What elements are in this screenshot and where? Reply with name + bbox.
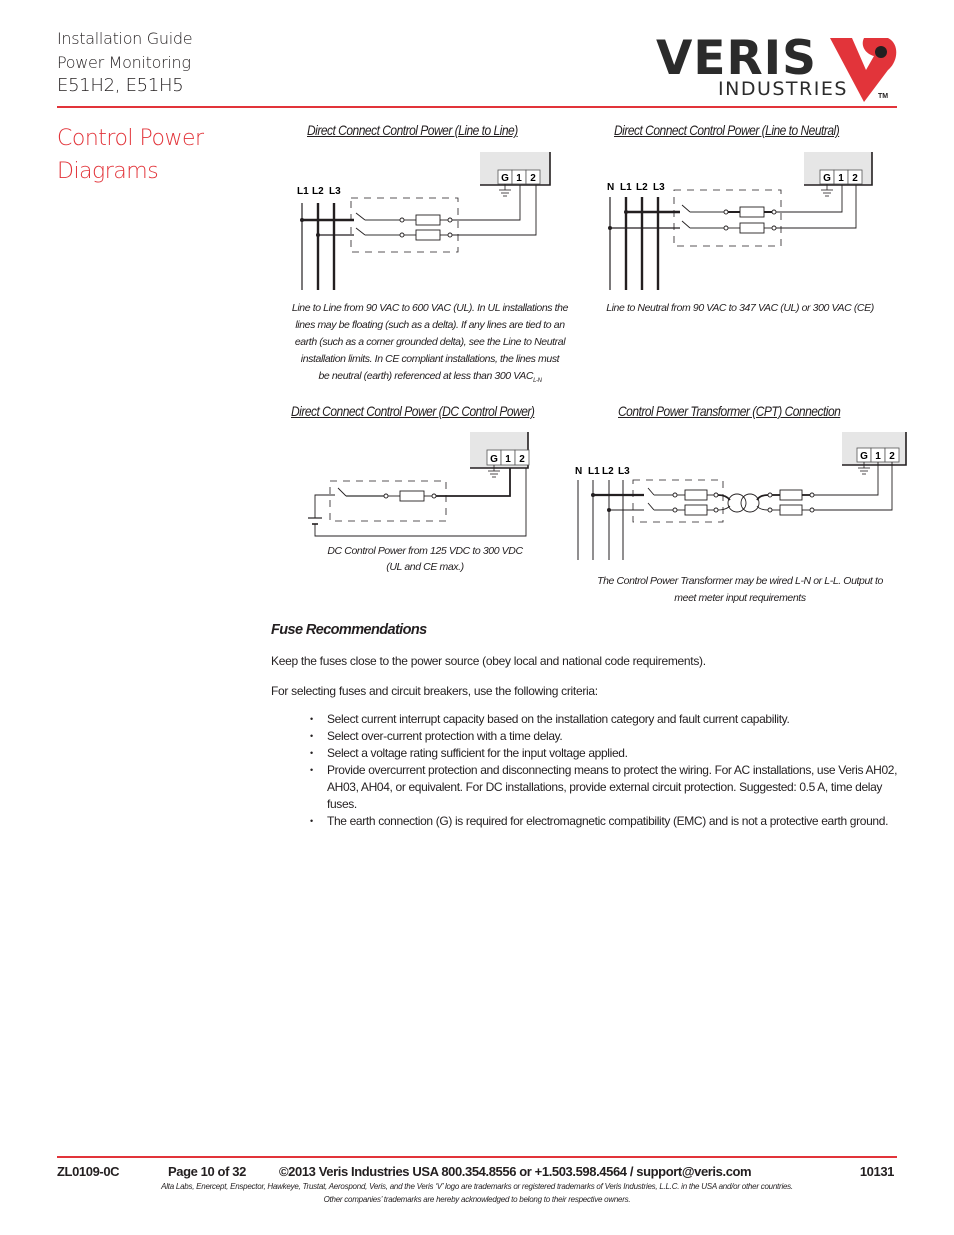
header-model-numbers: E51H2, E51H5 [57,75,184,96]
diagram-title-cpt-connection: Control Power Transformer (CPT) Connecti… [618,403,841,419]
disconnect-enclosure [350,197,459,253]
terminal-g: G [490,454,498,465]
footer-trademark-1: Alta Labs, Enercept, Enspector, Hawkeye,… [161,1182,793,1191]
terminal-1: 1 [838,173,844,184]
section-title-line1: Control Power [57,126,204,151]
caption-line: earth (such as a corner grounded delta),… [294,336,566,348]
diagram-cpt-connection: G 1 2 N L1 L2 L3 [575,432,907,560]
caption-dc-control-power: DC Control Power from 125 VDC to 300 VDC… [290,543,560,575]
terminal-2: 2 [519,454,525,465]
list-item: Select current interrupt capacity based … [310,711,910,728]
terminal-g: G [501,173,509,184]
diagram-line-to-line: G 1 2 L1 L2 L3 [297,152,551,290]
list-item-text: AH03, AH04, or equivalent. For DC instal… [327,780,883,811]
fuse-recommendations-heading: Fuse Recommendations [271,622,427,638]
terminal-block: G 1 2 [497,169,541,185]
footer-page-number: Page 10 of 32 [168,1164,246,1179]
caption-line: DC Control Power from 125 VDC to 300 VDC [327,545,523,557]
footer-trademark-2: Other companies’ trademarks are hereby a… [323,1195,631,1204]
line-label-l1: L1 [588,466,600,477]
terminal-1: 1 [516,173,522,184]
terminal-2: 2 [852,173,858,184]
caption-line: Line to Line from 90 VAC to 600 VAC (UL)… [291,302,569,314]
line-label-l3: L3 [329,186,341,197]
caption-line: (UL and CE max.) [386,561,464,573]
line-label-l3: L3 [618,466,630,477]
diagram-title-line-to-neutral: Direct Connect Control Power (Line to Ne… [614,122,840,138]
transformer-icon [717,493,769,513]
terminal-g: G [860,451,868,462]
footer-contact: ©2013 Veris Industries USA 800.354.8556 … [279,1164,752,1179]
diagram-line-to-neutral: G 1 2 N L1 L2 L3 [607,152,873,290]
caption-subscript: L-N [533,378,542,385]
list-item-text: Provide overcurrent protection and disco… [327,763,898,777]
caption-line-to-neutral: Line to Neutral from 90 VAC to 347 VAC (… [606,302,874,314]
line-label-n: N [575,466,582,477]
line-label-l1: L1 [297,186,309,197]
fuse-criteria-list: Select current interrupt capacity based … [310,711,910,830]
footer-divider [57,1156,897,1158]
header-guide-title: Installation Guide [57,29,193,48]
logo-tm: TM [878,93,888,100]
section-title-line2: Diagrams [57,159,159,184]
header-product-line: Power Monitoring [57,53,191,72]
list-item: Select over-current protection with a ti… [310,728,910,745]
terminal-1: 1 [505,454,511,465]
terminal-2: 2 [889,451,895,462]
line-label-l3: L3 [653,182,665,193]
list-item: The earth connection (G) is required for… [310,813,910,830]
footer-doc-id: ZL0109-0C [57,1164,120,1179]
line-label-l2: L2 [636,182,648,193]
terminal-1: 1 [875,451,881,462]
footer-code: 10131 [859,1164,895,1179]
ground-symbol-icon [499,184,511,197]
list-item: Provide overcurrent protection and disco… [310,762,910,813]
fuse-paragraph-1: Keep the fuses close to the power source… [271,654,706,668]
ground-symbol-icon [821,184,833,197]
caption-line: The Control Power Transformer may be wir… [597,575,883,587]
caption-line: meet meter input requirements [674,592,806,604]
veris-logo: VERIS INDUSTRIES TM [652,26,904,102]
terminal-g: G [823,173,831,184]
diagram-title-dc-control-power: Direct Connect Control Power (DC Control… [291,403,535,419]
header-divider [57,106,897,108]
terminal-2: 2 [530,173,536,184]
caption-line: be neutral (earth) referenced at less th… [280,368,580,390]
section-title: Control Power Diagrams [57,122,204,188]
logo-sub-text: INDUSTRIES [718,78,848,100]
diagram-dc-control-power: G 1 2 [308,432,530,537]
phase-lines [301,203,354,290]
line-label-l1: L1 [620,182,632,193]
caption-line: installation limits. In CE compliant ins… [300,353,560,365]
list-item: Select a voltage rating sufficient for t… [310,745,910,762]
line-label-l2: L2 [602,466,614,477]
line-label-n: N [607,182,614,193]
diagram-title-line-to-line: Direct Connect Control Power (Line to Li… [307,122,518,138]
caption-line-to-line: Line to Line from 90 VAC to 600 VAC (UL)… [280,300,580,390]
fuse-paragraph-2: For selecting fuses and circuit breakers… [271,684,598,698]
caption-line: lines may be floating (such as a delta).… [295,319,565,331]
caption-cpt-connection: The Control Power Transformer may be wir… [580,573,900,607]
line-label-l2: L2 [312,186,324,197]
caption-text: be neutral (earth) referenced at less th… [318,370,534,382]
